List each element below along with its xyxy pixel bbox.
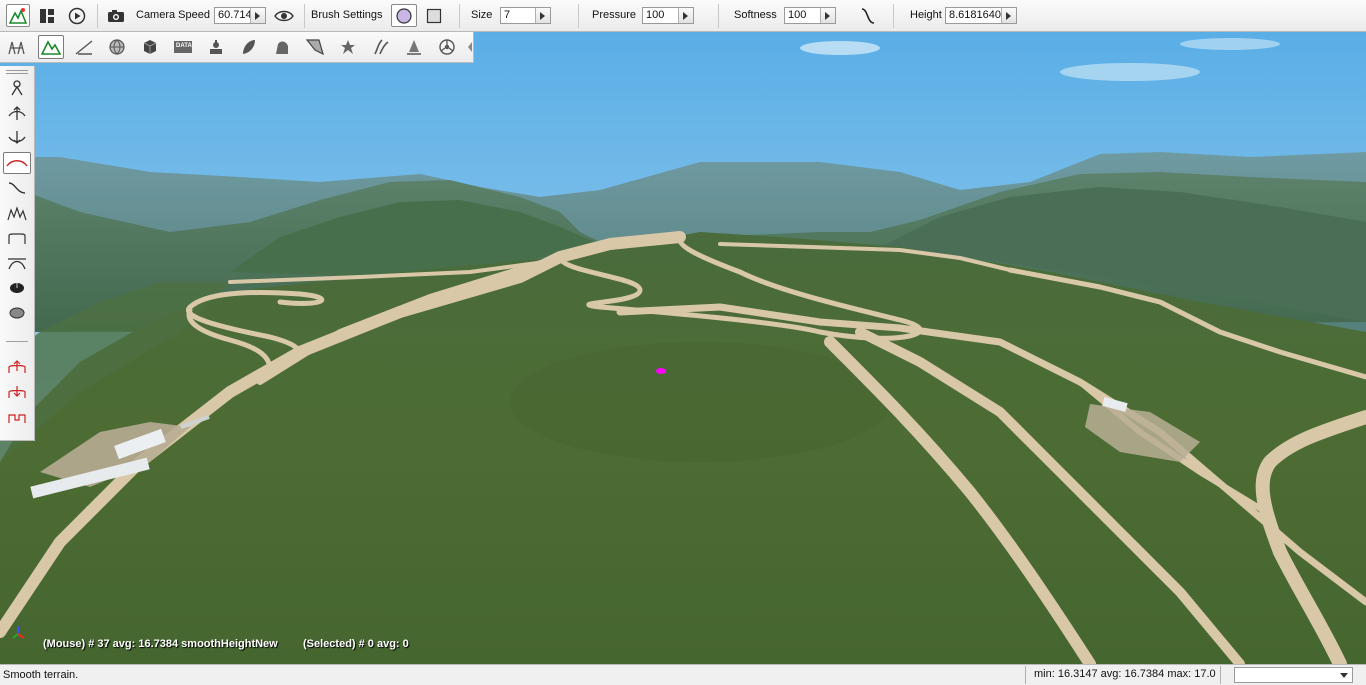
object-editor-icon[interactable] — [4, 35, 30, 59]
softness-curve-icon[interactable] — [856, 4, 880, 27]
adjust-height-down-icon[interactable] — [3, 381, 31, 403]
round-brush-icon[interactable] — [391, 4, 417, 27]
flatten-icon[interactable] — [3, 227, 31, 249]
pressure-label: Pressure — [592, 9, 637, 21]
smooth-height-icon[interactable] — [3, 152, 31, 174]
water-editor-icon[interactable] — [401, 35, 427, 59]
size-label: Size — [471, 9, 493, 21]
play-icon[interactable] — [65, 4, 89, 27]
softness-label: Softness — [734, 9, 777, 21]
datablock-icon[interactable]: DATA — [170, 35, 196, 59]
camera-speed-value[interactable]: 60.714 — [215, 8, 250, 23]
top-toolbar: Camera Speed 60.714 Brush Settings Size … — [0, 0, 1366, 32]
datablock-icon-text: DATA — [176, 43, 192, 49]
camera-speed-label: Camera Speed — [136, 9, 210, 21]
palette-divider — [6, 341, 28, 342]
clear-terrain-icon[interactable] — [3, 277, 31, 299]
river-editor-icon[interactable] — [302, 35, 328, 59]
visibility-eye-icon[interactable] — [272, 4, 296, 27]
height-label: Height — [910, 9, 942, 21]
height-arrow-icon[interactable] — [1001, 8, 1016, 23]
size-value[interactable]: 7 — [501, 8, 535, 23]
camera-speed-spinner[interactable]: 60.714 — [214, 7, 266, 24]
road-editor-icon[interactable] — [368, 35, 394, 59]
select-tool-icon[interactable] — [3, 77, 31, 99]
size-spinner[interactable]: 7 — [500, 7, 551, 24]
restore-terrain-icon[interactable] — [3, 302, 31, 324]
editor-mode-toolbar: DATA — [0, 32, 474, 63]
raise-height-icon[interactable] — [3, 102, 31, 124]
pressure-spinner[interactable]: 100 — [642, 7, 694, 24]
camera-speed-arrow-icon[interactable] — [250, 8, 265, 23]
status-bar: Smooth terrain. min: 16.3147 avg: 16.738… — [0, 664, 1366, 685]
softness-spinner[interactable]: 100 — [784, 7, 836, 24]
square-brush-icon[interactable] — [422, 4, 446, 27]
smooth-slope-icon[interactable] — [3, 177, 31, 199]
softness-arrow-icon[interactable] — [820, 8, 835, 23]
decal-editor-icon[interactable] — [203, 35, 229, 59]
terrain-tools-palette — [0, 66, 35, 441]
adjust-corner-icon[interactable] — [3, 406, 31, 428]
navmesh-editor-icon[interactable] — [434, 35, 460, 59]
terrain-paint-icon[interactable] — [71, 35, 97, 59]
pressure-arrow-icon[interactable] — [678, 8, 693, 23]
chevron-down-icon[interactable] — [1340, 673, 1348, 678]
toolbar-expand-icon[interactable] — [468, 42, 472, 52]
paint-noise-icon[interactable] — [3, 202, 31, 224]
pressure-value[interactable]: 100 — [643, 8, 678, 23]
terrain-editor-icon[interactable] — [6, 4, 30, 27]
forest-editor-icon[interactable] — [236, 35, 262, 59]
camera-icon[interactable] — [104, 4, 128, 27]
terrain-scene — [0, 32, 1366, 664]
terrain-mode-icon[interactable] — [38, 35, 64, 59]
softness-value[interactable]: 100 — [785, 8, 820, 23]
lower-height-icon[interactable] — [3, 127, 31, 149]
status-message: Smooth terrain. — [3, 669, 79, 681]
mesh-road-icon[interactable] — [269, 35, 295, 59]
selected-info-readout: (Selected) # 0 avg: 0 — [303, 638, 409, 650]
particle-editor-icon[interactable] — [335, 35, 361, 59]
brush-settings-label: Brush Settings — [311, 9, 383, 21]
mouse-info-readout: (Mouse) # 37 avg: 16.7384 smoothHeightNe… — [43, 638, 278, 650]
adjust-height-up-icon[interactable] — [3, 356, 31, 378]
height-stats: min: 16.3147 avg: 16.7384 max: 17.0 — [1025, 666, 1221, 684]
size-arrow-icon[interactable] — [535, 8, 550, 23]
mesh-cube-icon[interactable] — [137, 35, 163, 59]
layout-icon[interactable] — [35, 4, 59, 27]
set-height-icon[interactable] — [3, 252, 31, 274]
terrain-viewport[interactable] — [0, 32, 1366, 664]
height-value[interactable]: 8.6181640 — [946, 8, 1001, 23]
palette-grip[interactable] — [6, 70, 28, 74]
sky-globe-icon[interactable] — [104, 35, 130, 59]
height-spinner[interactable]: 8.6181640 — [945, 7, 1017, 24]
status-dropdown[interactable] — [1234, 667, 1353, 683]
